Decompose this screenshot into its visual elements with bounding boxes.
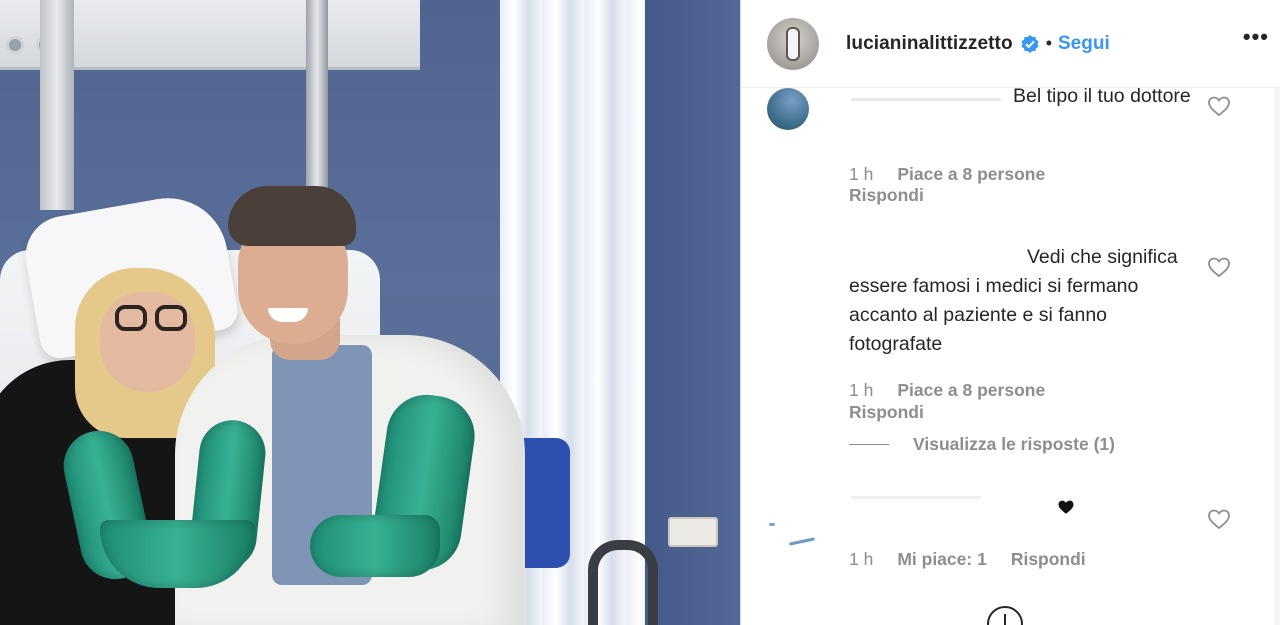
comment-meta: 1 h Mi piace: 1 Rispondi — [849, 549, 1110, 570]
bed-rail — [40, 0, 74, 210]
more-options-icon[interactable]: ••• — [1243, 24, 1269, 50]
commenter-avatar[interactable] — [769, 523, 775, 526]
view-replies-label: Visualizza le risposte (1) — [913, 434, 1115, 454]
username-link[interactable]: lucianinalittizzetto — [846, 33, 1013, 55]
iv-pole — [306, 0, 328, 200]
reply-button[interactable]: Rispondi — [1011, 549, 1086, 569]
comment-likes[interactable]: Piace a 8 persone — [897, 164, 1045, 184]
oxygen-socket — [6, 36, 24, 54]
post-photo — [0, 0, 740, 625]
redacted-username — [851, 496, 981, 499]
post-header: lucianinalittizzetto • Segui ••• — [741, 0, 1280, 88]
redacted-avatar — [788, 537, 816, 546]
comment-time: 1 h — [849, 549, 874, 569]
chair-arm — [588, 540, 658, 625]
replies-line — [849, 444, 889, 445]
comments-panel: lucianinalittizzetto • Segui ••• Bel tip… — [740, 0, 1280, 625]
load-more-comments-icon[interactable] — [987, 606, 1023, 625]
wall-plug — [668, 517, 718, 547]
reply-button[interactable]: Rispondi — [849, 185, 924, 206]
verified-badge-icon — [1021, 34, 1039, 53]
follow-button[interactable]: Segui — [1058, 33, 1110, 55]
comment-meta: 1 h Piace a 8 persone — [849, 380, 1069, 401]
comment-text: Bel tipo il tuo dottore — [1013, 85, 1191, 107]
glasses — [115, 305, 190, 335]
heart-icon[interactable] — [1207, 255, 1231, 279]
heart-icon[interactable] — [1207, 507, 1231, 531]
comment-time: 1 h — [849, 164, 874, 184]
black-heart-emoji-icon — [1058, 500, 1074, 514]
profile-avatar[interactable] — [767, 17, 819, 70]
scrollbar[interactable] — [1274, 88, 1280, 625]
commenter-avatar[interactable] — [767, 88, 809, 130]
view-replies-button[interactable]: Visualizza le risposte (1) — [849, 434, 1115, 455]
comment-likes[interactable]: Mi piace: 1 — [897, 549, 986, 569]
heart-icon[interactable] — [1207, 94, 1231, 118]
separator-dot: • — [1045, 33, 1052, 53]
doctor-hair — [228, 186, 356, 246]
comment-meta: 1 h Piace a 8 persone — [849, 164, 1069, 185]
comment-likes[interactable]: Piace a 8 persone — [897, 380, 1045, 400]
comment-text: Vedi che significa essere famosi i medic… — [849, 246, 1178, 355]
reply-button[interactable]: Rispondi — [849, 402, 924, 423]
comment-time: 1 h — [849, 380, 874, 400]
